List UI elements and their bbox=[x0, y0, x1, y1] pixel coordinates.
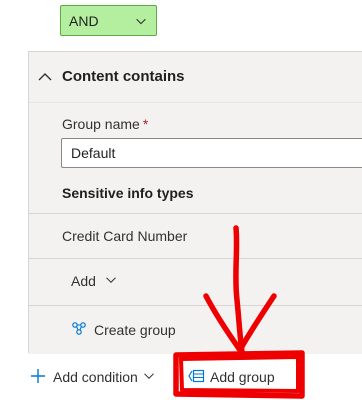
chevron-down-icon bbox=[136, 18, 146, 25]
chevron-up-icon[interactable] bbox=[37, 69, 53, 85]
add-condition-button[interactable]: Add condition bbox=[53, 369, 138, 385]
create-group-button[interactable]: Create group bbox=[29, 305, 362, 354]
list-item[interactable]: Credit Card Number bbox=[29, 213, 362, 258]
sensitive-info-type-label: Credit Card Number bbox=[62, 228, 188, 244]
chevron-down-icon bbox=[106, 277, 116, 283]
add-group-icon[interactable] bbox=[188, 368, 205, 384]
group-name-label-text: Group name bbox=[62, 116, 140, 132]
create-group-label: Create group bbox=[94, 322, 176, 338]
add-group-button[interactable]: Add group bbox=[210, 369, 275, 385]
sensitive-info-types-heading: Sensitive info types bbox=[62, 185, 194, 201]
panel-header[interactable]: Content contains bbox=[29, 52, 362, 102]
chevron-down-icon[interactable] bbox=[143, 370, 155, 382]
panel-title: Content contains bbox=[62, 68, 185, 85]
operator-select[interactable]: AND bbox=[60, 5, 157, 36]
operator-select-value: AND bbox=[69, 12, 99, 29]
plus-icon[interactable] bbox=[30, 368, 46, 384]
group-section: Group name* Sensitive info types bbox=[29, 102, 362, 227]
required-marker: * bbox=[142, 116, 149, 132]
content-contains-panel: Content contains Group name* Sensitive i… bbox=[28, 51, 362, 354]
group-name-label: Group name * bbox=[62, 116, 148, 132]
group-icon bbox=[72, 322, 86, 335]
group-name-input[interactable] bbox=[61, 138, 362, 168]
bottom-action-bar: Add condition Add group bbox=[0, 360, 362, 394]
add-dropdown-button[interactable]: Add bbox=[29, 258, 362, 305]
add-label: Add bbox=[71, 273, 96, 289]
